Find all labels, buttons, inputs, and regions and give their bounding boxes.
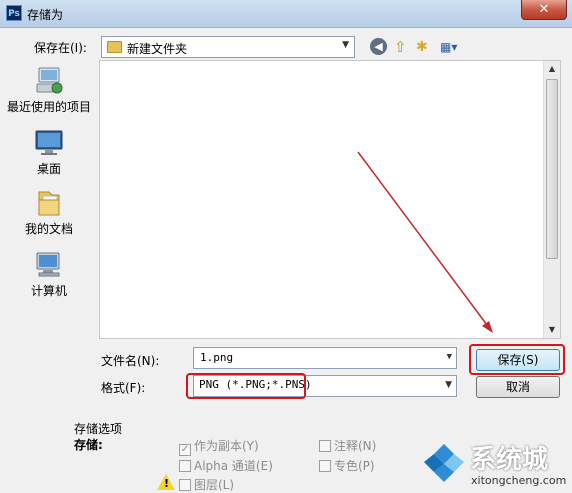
format-select[interactable]: PNG (*.PNG;*.PNS) ▼ (193, 375, 457, 397)
alpha-option[interactable]: Alpha 通道(E) (179, 457, 273, 474)
chevron-down-icon[interactable]: ▼ (445, 380, 452, 390)
format-value: PNG (*.PNG;*.PNS) (199, 378, 312, 391)
store-label: 存储: (74, 438, 103, 452)
save-button[interactable]: 保存(S) (476, 349, 560, 371)
filename-value: 1.png (200, 351, 234, 364)
cancel-button[interactable]: 取消 (476, 376, 560, 398)
layers-option[interactable]: 图层(L) (179, 476, 234, 493)
checkbox[interactable] (179, 479, 191, 491)
filename-input[interactable]: 1.png ▼ (193, 347, 457, 369)
checkbox[interactable] (319, 440, 331, 452)
warning-exclamation: ! (164, 477, 170, 490)
spot-label: 专色(P) (334, 459, 375, 473)
format-label: 格式(F): (101, 381, 146, 395)
watermark-url: xitongcheng.com (471, 474, 567, 487)
watermark-logo-icon (424, 444, 464, 482)
filename-label: 文件名(N): (101, 354, 160, 368)
as-copy-option[interactable]: ✓ 作为副本(Y) (179, 437, 259, 456)
checkbox[interactable] (319, 460, 331, 472)
save-options-heading: 存储选项 (74, 422, 123, 436)
checkbox[interactable] (179, 460, 191, 472)
as-copy-label: 作为副本(Y) (194, 439, 259, 453)
annotations-option[interactable]: 注释(N) (319, 437, 376, 454)
checkbox-checked[interactable]: ✓ (179, 444, 191, 456)
chevron-down-icon[interactable]: ▼ (447, 352, 452, 362)
spot-color-option[interactable]: 专色(P) (319, 457, 375, 474)
watermark-brand: 系统城 (470, 445, 549, 475)
alpha-label: Alpha 通道(E) (194, 459, 273, 473)
annotations-label: 注释(N) (334, 439, 377, 453)
watermark: 系统城 xitongcheng.com (420, 436, 572, 490)
